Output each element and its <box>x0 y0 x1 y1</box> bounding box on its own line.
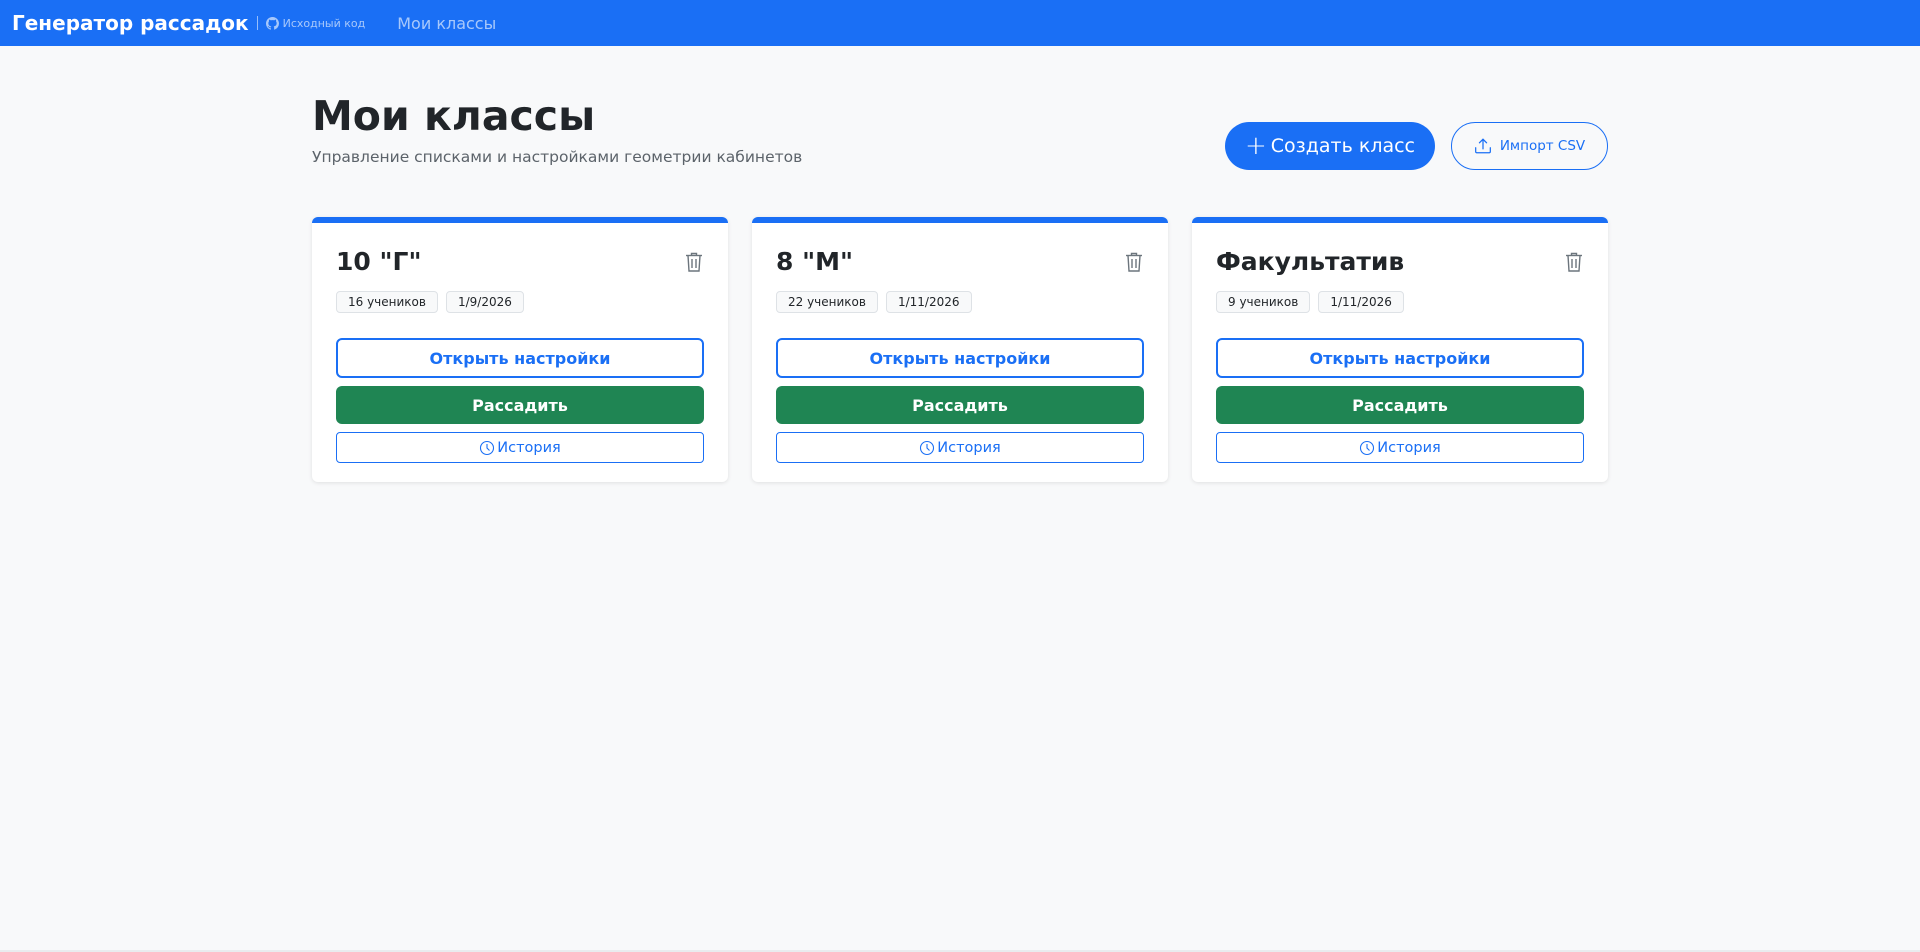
student-count-badge: 22 учеников <box>776 291 878 313</box>
upload-icon <box>1474 138 1491 154</box>
github-icon <box>265 16 279 30</box>
import-csv-label: Импорт CSV <box>1499 138 1586 154</box>
create-class-button[interactable]: + Создать класс <box>1225 122 1435 170</box>
clock-icon <box>1360 440 1375 455</box>
trash-icon[interactable] <box>684 251 704 273</box>
class-card: 10 "Г" 16 учеников 1/9/2026 Открыть наст… <box>312 217 728 482</box>
source-code-label: Исходный код <box>282 16 366 30</box>
history-label: История <box>1377 439 1441 456</box>
class-card-title: 10 "Г" <box>336 247 422 276</box>
trash-icon[interactable] <box>1124 251 1144 273</box>
trash-icon[interactable] <box>1564 251 1584 273</box>
history-button[interactable]: История <box>1216 432 1584 463</box>
open-settings-button[interactable]: Открыть настройки <box>1216 338 1584 378</box>
open-settings-button[interactable]: Открыть настройки <box>776 338 1144 378</box>
brand-divider <box>256 16 258 30</box>
class-card: 8 "М" 22 учеников 1/11/2026 Открыть наст… <box>752 217 1168 482</box>
class-card-title: 8 "М" <box>776 247 854 276</box>
student-count-badge: 9 учеников <box>1216 291 1311 313</box>
date-badge: 1/9/2026 <box>445 291 524 313</box>
clock-icon <box>920 440 935 455</box>
page-title: Мои классы <box>312 92 596 140</box>
date-badge: 1/11/2026 <box>1318 291 1404 313</box>
class-card: Факультатив 9 учеников 1/11/2026 Открыть… <box>1192 217 1608 482</box>
history-label: История <box>937 439 1001 456</box>
seat-button[interactable]: Рассадить <box>776 386 1144 424</box>
navbar: Генератор рассадок Исходный код Мои клас… <box>0 0 1920 46</box>
seat-button[interactable]: Рассадить <box>336 386 704 424</box>
open-settings-button[interactable]: Открыть настройки <box>336 338 704 378</box>
brand-link[interactable]: Генератор рассадок <box>12 11 249 35</box>
create-class-label: Создать класс <box>1270 135 1416 157</box>
import-csv-button[interactable]: Импорт CSV <box>1451 122 1608 170</box>
history-button[interactable]: История <box>336 432 704 463</box>
student-count-badge: 16 учеников <box>336 291 438 313</box>
class-card-badges: 9 учеников 1/11/2026 <box>1216 291 1404 313</box>
clock-icon <box>480 440 495 455</box>
class-card-title: Факультатив <box>1216 247 1405 276</box>
history-button[interactable]: История <box>776 432 1144 463</box>
history-label: История <box>497 439 561 456</box>
page-subtitle: Управление списками и настройками геомет… <box>312 148 803 166</box>
class-card-badges: 16 учеников 1/9/2026 <box>336 291 524 313</box>
plus-icon: + <box>1244 131 1267 161</box>
nav-link-my-classes[interactable]: Мои классы <box>397 14 496 33</box>
date-badge: 1/11/2026 <box>885 291 972 313</box>
source-code-link[interactable]: Исходный код <box>265 16 366 30</box>
seat-button[interactable]: Рассадить <box>1216 386 1584 424</box>
class-card-badges: 22 учеников 1/11/2026 <box>776 291 972 313</box>
